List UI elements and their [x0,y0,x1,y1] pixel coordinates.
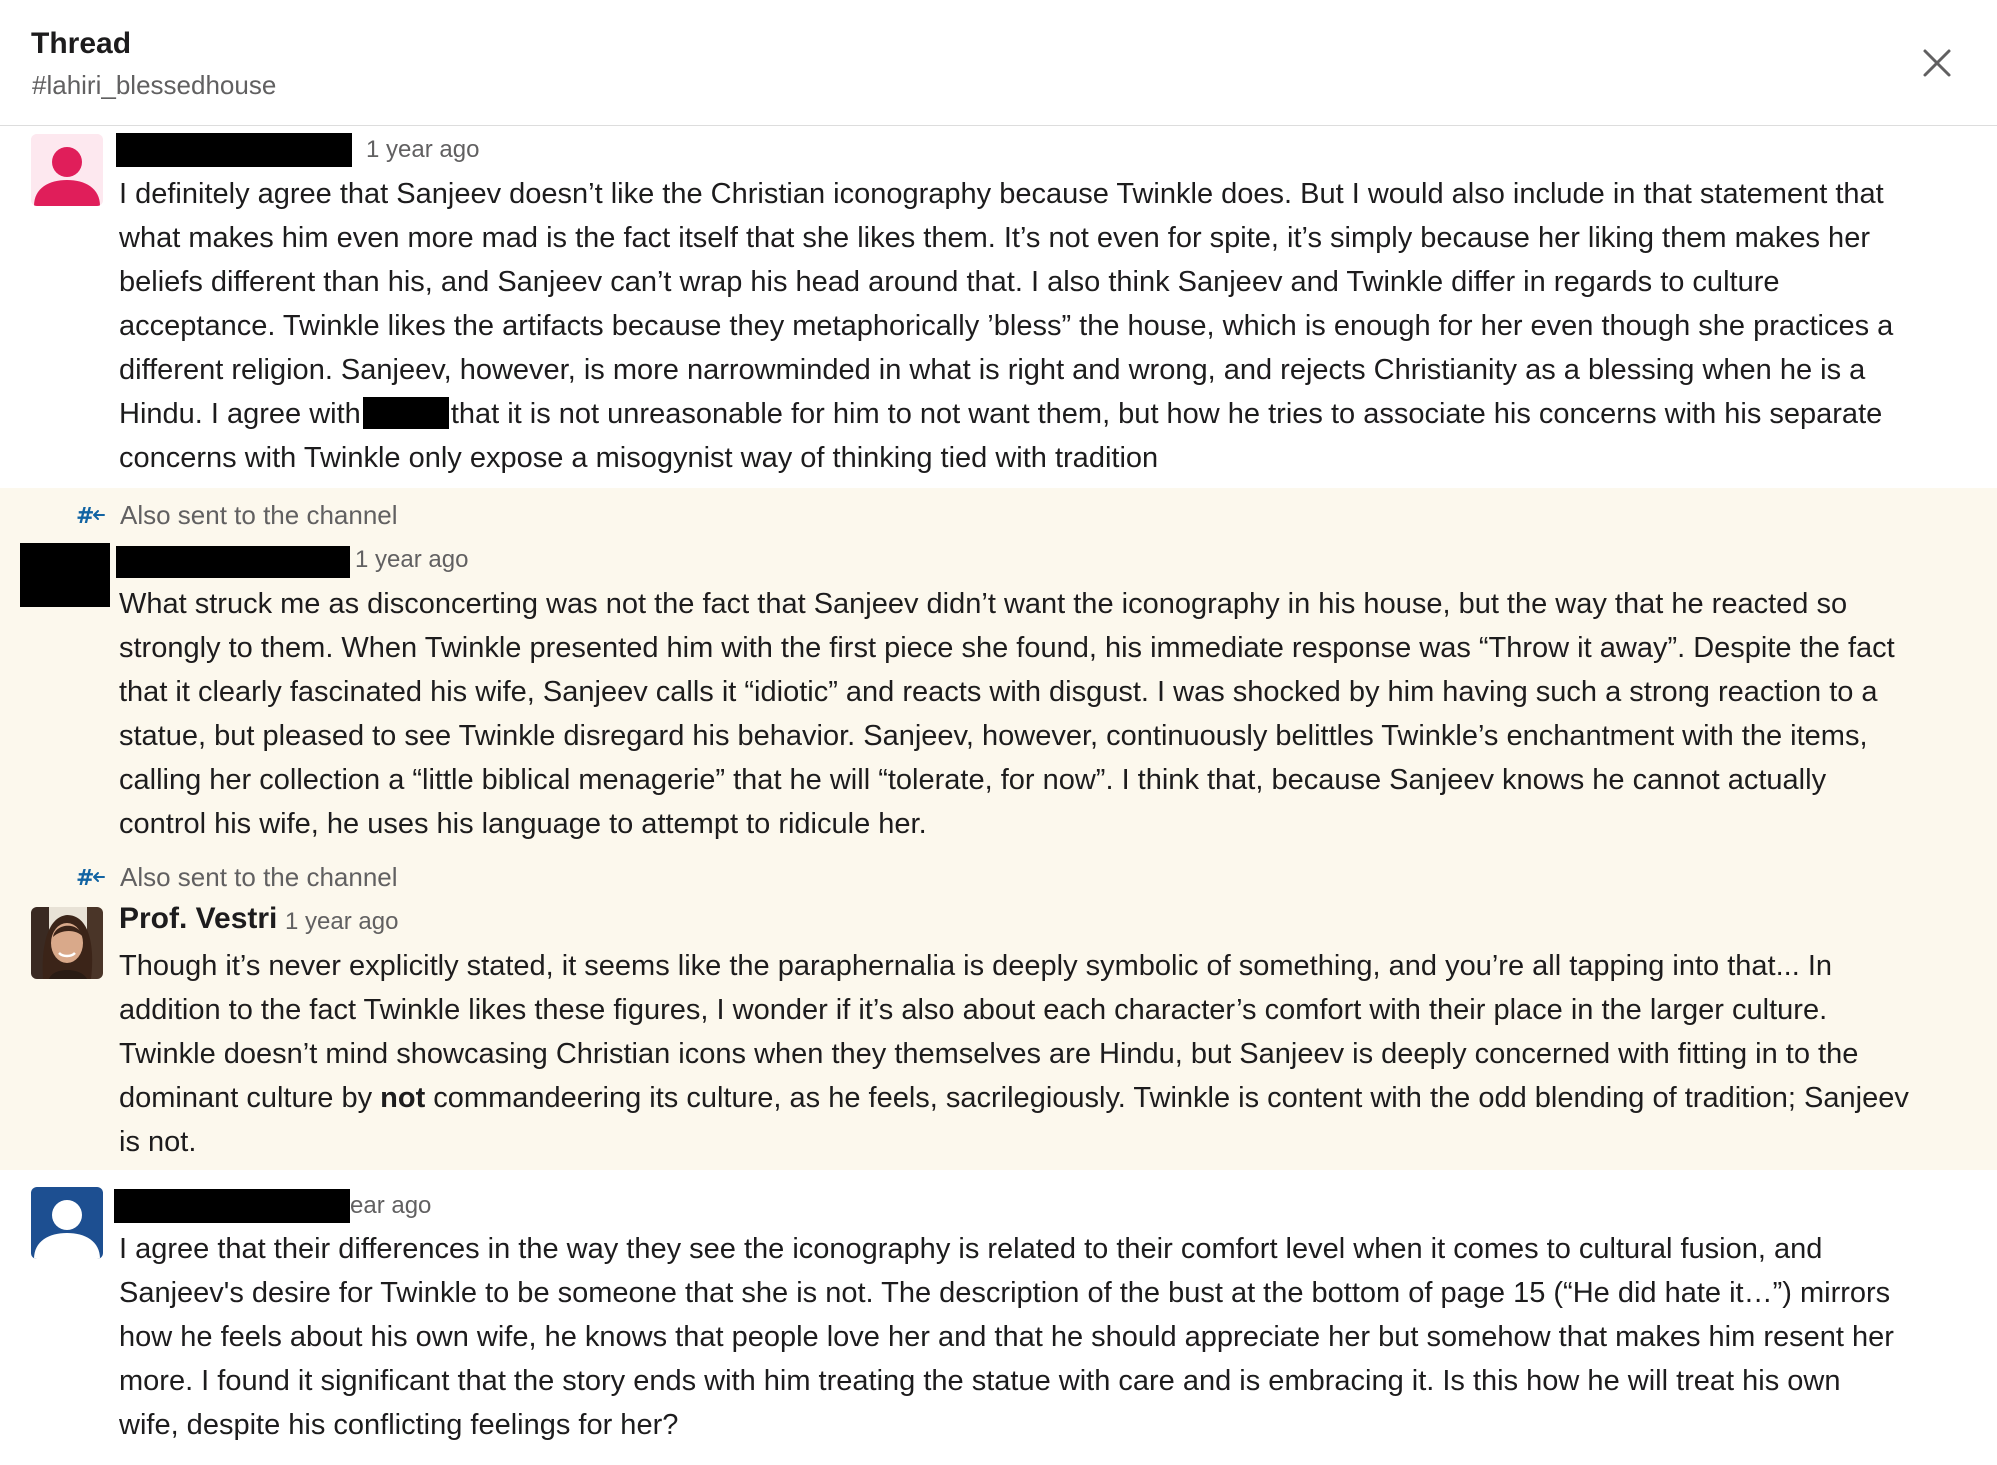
also-sent-label: Also sent to the channel [120,500,398,530]
close-button[interactable] [1914,40,1960,86]
thread-message: 1 year ago I definitely agree that Sanje… [0,126,1997,488]
message-timestamp[interactable]: ear ago [350,1192,431,1220]
svg-text:#: # [76,504,94,528]
thread-header: Thread #lahiri_blessedhouse [0,0,1997,126]
message-text-line: I agree that their differences in the wa… [119,1233,1823,1265]
message-body: What struck me as disconcerting was not … [119,582,1969,846]
message-text-line: acceptance. Twinkle likes the artifacts … [119,310,1894,342]
message-text-line: is not. [119,1126,197,1158]
message-timestamp[interactable]: 1 year ago [355,546,468,574]
avatar[interactable] [31,134,103,206]
channel-hash-arrow-icon: # [76,502,106,529]
message-text-line: Hindu. I agree with that it is not unreas… [119,392,1969,436]
message-text: Hindu. I agree with [119,398,361,430]
channel-name[interactable]: #lahiri_blessedhouse [32,70,276,101]
redacted-author-name [116,133,352,167]
close-icon [1923,49,1951,77]
message-text-line: calling her collection a “little biblica… [119,764,1827,796]
message-author[interactable]: Prof. Vestri [119,902,277,936]
message-text-line: What struck me as disconcerting was not … [119,588,1848,620]
message-text-line: control his wife, he uses his language t… [119,808,927,840]
redacted-author-name [116,546,350,578]
message-text-line: addition to the fact Twinkle likes these… [119,994,1828,1026]
message-text-line: concerns with Twinkle only expose a miso… [119,442,1159,474]
message-text-line: Twinkle doesn’t mind showcasing Christia… [119,1038,1859,1070]
avatar[interactable] [31,1187,103,1259]
redacted-avatar[interactable] [20,543,110,607]
user-silhouette-icon [31,1187,103,1259]
also-sent-label: Also sent to the channel [120,862,398,892]
thread-message: ear ago I agree that their differences i… [0,1170,1997,1465]
message-text-line: more. I found it significant that the st… [119,1365,1841,1397]
redacted-author-name [114,1189,350,1223]
message-body: I agree that their differences in the wa… [119,1227,1969,1447]
bold-text: not [380,1082,426,1114]
user-silhouette-icon [31,134,103,206]
also-sent-to-channel[interactable]: # Also sent to the channel [76,862,398,892]
message-timestamp[interactable]: 1 year ago [366,136,479,164]
message-text-line: how he feels about his own wife, he know… [119,1321,1894,1353]
profile-photo-icon [31,907,103,979]
message-text-line: wife, despite his conflicting feelings f… [119,1409,679,1441]
thread-message: # Also sent to the channel 1 year ago Wh… [0,488,1997,850]
thread-message: # Also sent to the channel Prof. Vestri … [0,850,1997,1170]
message-text-line: I definitely agree that Sanjeev doesn’t … [119,178,1884,210]
message-text-line: different religion. Sanjeev, however, is… [119,354,1866,386]
message-text: that it is not unreasonable for him to n… [450,398,1883,430]
message-text: dominant culture by [119,1082,381,1114]
message-text-line: statue, but pleased to see Twinkle disre… [119,720,1868,752]
also-sent-to-channel[interactable]: # Also sent to the channel [76,500,398,530]
message-body: Though it’s never explicitly stated, it … [119,944,1969,1164]
message-text-line: Sanjeev's desire for Twinkle to be someo… [119,1277,1891,1309]
redacted-mention [362,397,449,429]
message-text-line: what makes him even more mad is the fact… [119,222,1870,254]
message-text-line: Though it’s never explicitly stated, it … [119,950,1833,982]
avatar[interactable] [31,907,103,979]
message-body: I definitely agree that Sanjeev doesn’t … [119,172,1969,480]
message-text-line: that it clearly fascinated his wife, San… [119,676,1878,708]
message-text-line: beliefs different than his, and Sanjeev … [119,266,1780,298]
svg-text:#: # [76,866,94,890]
channel-hash-arrow-icon: # [76,864,106,891]
message-text: commandeering its culture, as he feels, … [425,1082,1909,1114]
message-text-line: strongly to them. When Twinkle presented… [119,632,1895,664]
message-text-line: dominant culture by not commandeering it… [119,1076,1969,1120]
message-timestamp[interactable]: 1 year ago [285,908,398,936]
thread-title: Thread [31,27,132,60]
